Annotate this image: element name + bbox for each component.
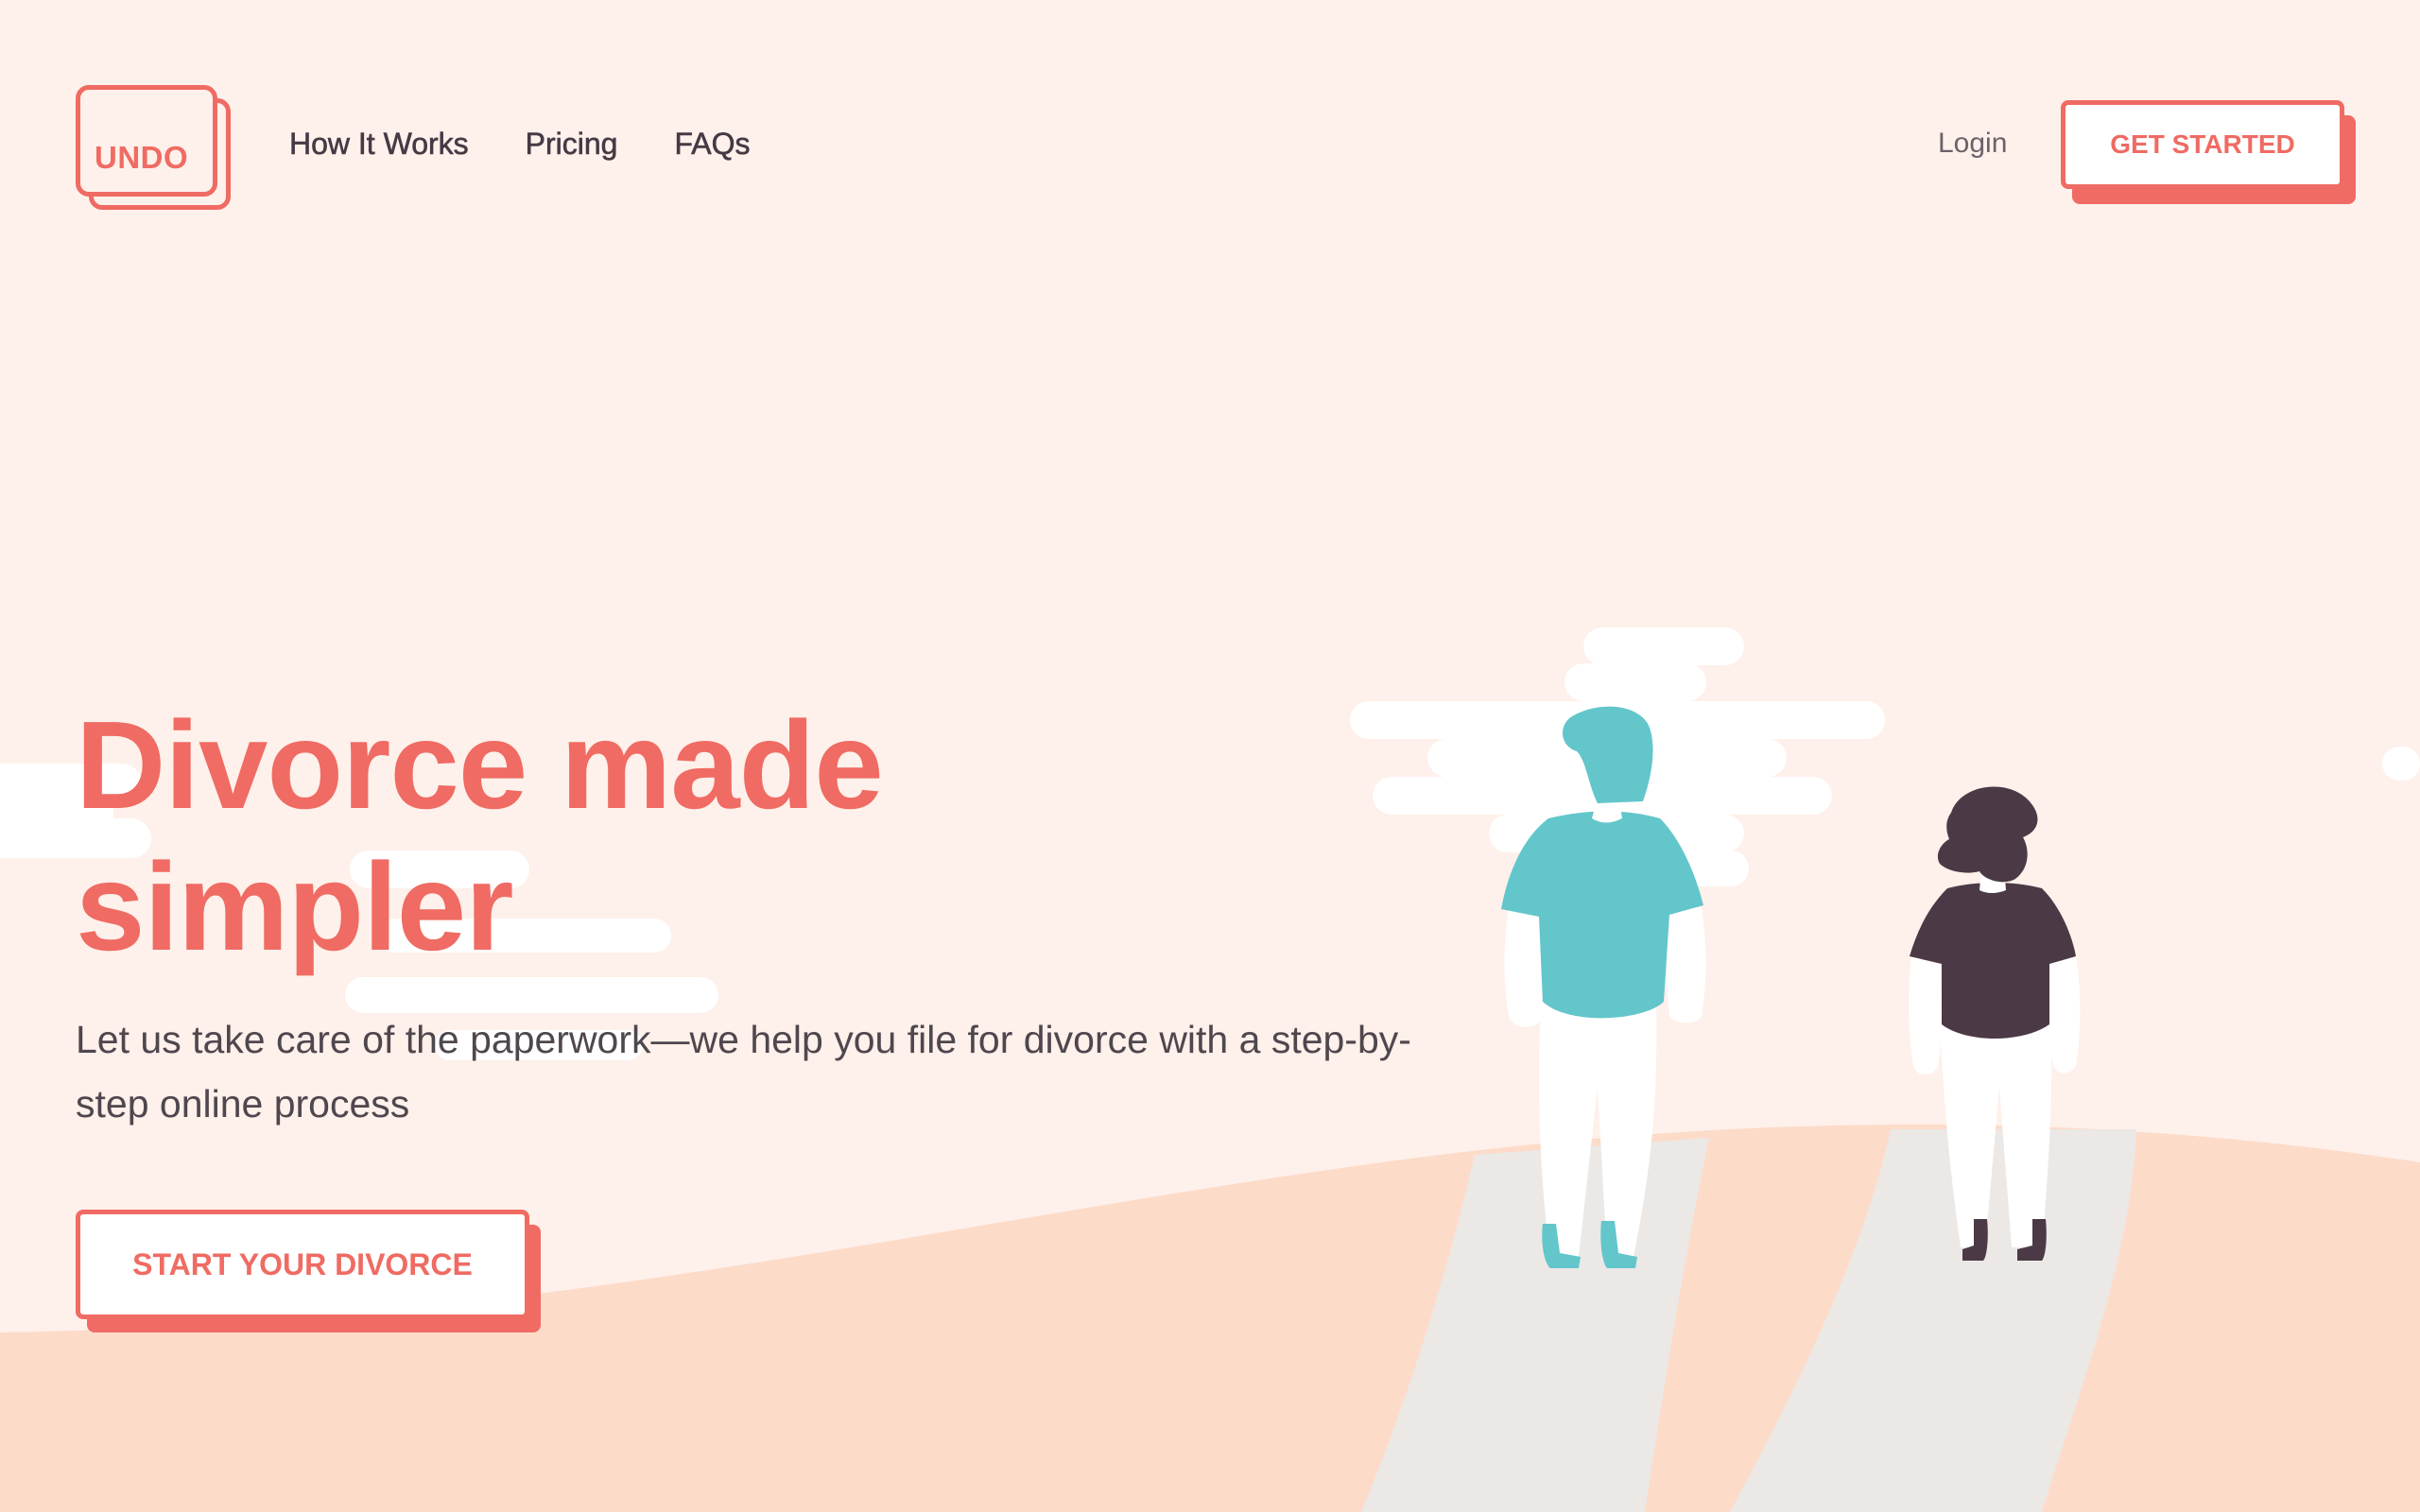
nav-how-it-works[interactable]: How It Works	[289, 127, 469, 162]
start-divorce-button[interactable]: START YOUR DIVORCE	[76, 1210, 529, 1319]
get-started-button[interactable]: GET STARTED	[2061, 100, 2344, 189]
cloud-right	[1350, 627, 2420, 886]
hero-title: Divorce made simpler	[76, 696, 884, 976]
undo-logo[interactable]: UNDO	[76, 85, 236, 210]
site-header: UNDO How It Works Pricing FAQs Login GET…	[0, 0, 2420, 227]
start-divorce-button-wrapper: START YOUR DIVORCE	[76, 1210, 541, 1332]
get-started-button-wrapper: GET STARTED	[2061, 100, 2356, 204]
nav-pricing[interactable]: Pricing	[525, 127, 617, 162]
road-left	[1361, 1138, 1709, 1512]
teal-person-figure	[1501, 706, 1706, 1268]
main-nav: How It Works Pricing FAQs	[289, 127, 751, 162]
logo-text: UNDO	[95, 140, 189, 175]
login-link[interactable]: Login	[1938, 128, 2007, 160]
nav-faqs[interactable]: FAQs	[674, 127, 751, 162]
hero-subtitle: Let us take care of the paperwork—we hel…	[76, 1018, 1411, 1125]
dark-person-figure	[1909, 786, 2081, 1261]
road-right	[1730, 1129, 2136, 1512]
